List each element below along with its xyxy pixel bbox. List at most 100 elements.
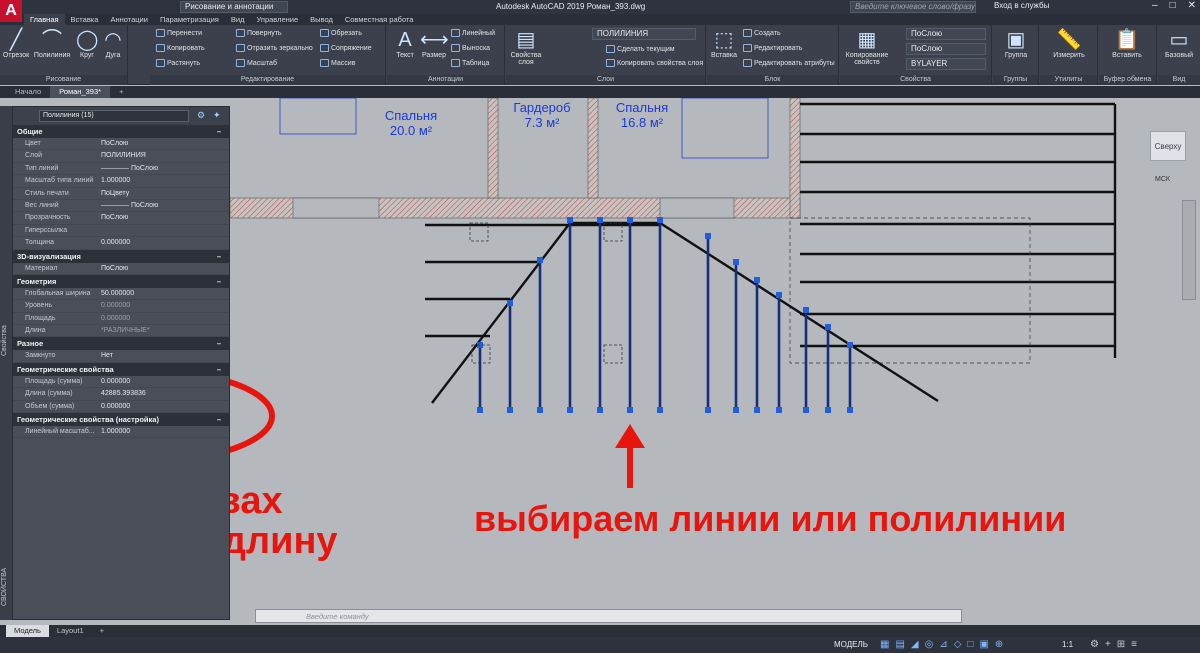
property-value[interactable]: 0.000000 — [99, 300, 229, 311]
dimension-button[interactable]: ⟷ Размер — [420, 28, 449, 59]
lineweight-dropdown[interactable]: BYLAYER — [906, 58, 986, 70]
property-value[interactable]: 0.000000 — [99, 376, 229, 387]
grip-square[interactable] — [477, 407, 483, 413]
property-row[interactable]: Масштаб типа линий 1.000000 — [13, 175, 229, 188]
group-button[interactable]: ▣ Группа — [997, 28, 1035, 59]
close-icon[interactable]: ✕ — [1188, 0, 1196, 11]
property-row[interactable]: Гиперссылка — [13, 225, 229, 238]
quick-select-icon[interactable]: ⚙ — [197, 110, 205, 121]
groups-panel-title[interactable]: Группы — [993, 75, 1038, 85]
grip-square[interactable] — [825, 407, 831, 413]
tab-insert[interactable]: Вставка — [65, 14, 105, 25]
model-space-label[interactable]: МОДЕЛЬ — [834, 640, 868, 649]
view-panel-title[interactable]: Вид — [1158, 75, 1200, 85]
utilities-panel-title[interactable]: Утилиты — [1040, 75, 1097, 85]
property-value[interactable]: 50.000000 — [99, 288, 229, 299]
property-value[interactable]: ———— ПоСлою — [99, 163, 229, 174]
trim-button[interactable]: Обрезать — [320, 29, 362, 37]
property-value[interactable]: *РАЗЛИЧНЫЕ* — [99, 325, 229, 336]
text-button[interactable]: A Текст — [393, 28, 417, 59]
make-current-button[interactable]: Сделать текущим — [606, 45, 675, 53]
section-header[interactable]: Разное — [13, 337, 229, 351]
property-value[interactable]: ПоСлою — [99, 138, 229, 149]
annotation-scale[interactable]: 1:1 — [1062, 640, 1073, 649]
grip-square[interactable] — [627, 217, 633, 223]
array-button[interactable]: Массив — [320, 59, 355, 67]
grip-square[interactable] — [507, 407, 513, 413]
tab-layout1[interactable]: Layout1 — [49, 625, 92, 637]
move-button[interactable]: Перенести — [156, 29, 202, 37]
property-value[interactable]: 0.000000 — [99, 237, 229, 248]
property-row[interactable]: Замкнуто Нет — [13, 350, 229, 363]
grip-square[interactable] — [657, 217, 663, 223]
match-properties-button[interactable]: ▦ Копирование свойств — [842, 28, 892, 66]
grip-square[interactable] — [537, 407, 543, 413]
edit-block-button[interactable]: Редактировать — [743, 44, 802, 52]
grip-square[interactable] — [705, 407, 711, 413]
property-row[interactable]: Слой ПОЛИЛИНИЯ — [13, 150, 229, 163]
arc-button[interactable]: ◠ Дуга — [102, 28, 124, 59]
insert-button[interactable]: ⬚ Вставка — [709, 28, 739, 59]
section-header[interactable]: Общие — [13, 125, 229, 138]
navigation-bar[interactable] — [1182, 200, 1196, 300]
circle-button[interactable]: ◯ Круг — [76, 28, 98, 59]
color-dropdown[interactable]: ПоСлою — [906, 28, 986, 40]
property-row[interactable]: Материал ПоСлою — [13, 263, 229, 275]
linetype-dropdown[interactable]: ПоСлою — [906, 43, 986, 55]
grip-square[interactable] — [776, 407, 782, 413]
property-value[interactable]: 42885.393836 — [99, 388, 229, 399]
grip-square[interactable] — [597, 407, 603, 413]
status-tools[interactable]: ⚙+⊞≡ — [1090, 639, 1143, 650]
maximize-icon[interactable]: □ — [1170, 0, 1176, 11]
selected-polylines[interactable] — [478, 220, 852, 410]
linear-button[interactable]: Линейный — [451, 29, 495, 37]
add-layout-icon[interactable]: + — [92, 625, 112, 637]
login-button[interactable]: Вход в службы — [990, 1, 1062, 13]
clipboard-panel-title[interactable]: Буфер обмена — [1099, 75, 1156, 85]
new-tab-icon[interactable]: + — [110, 86, 132, 98]
property-value[interactable]: 1.000000 — [99, 175, 229, 186]
measure-button[interactable]: 📏 Измерить — [1044, 28, 1094, 59]
section-header[interactable]: Геометрические свойства (настройка) — [13, 413, 229, 427]
leader-button[interactable]: Выноска — [451, 44, 490, 52]
property-row[interactable]: Уровень 0.000000 — [13, 300, 229, 313]
properties-panel-title[interactable]: Свойства — [840, 75, 991, 85]
tab-drawing[interactable]: Роман_393* — [50, 86, 111, 98]
section-header[interactable]: Геометрия — [13, 274, 229, 288]
grip-square[interactable] — [754, 407, 760, 413]
property-value[interactable]: ———— ПоСлою — [99, 200, 229, 211]
grip-square[interactable] — [705, 233, 711, 239]
property-value[interactable] — [99, 225, 229, 236]
grip-square[interactable] — [847, 342, 853, 348]
property-value[interactable]: 1.000000 — [99, 426, 229, 437]
tab-annotate[interactable]: Аннотации — [104, 14, 154, 25]
grip-square[interactable] — [627, 407, 633, 413]
grip-square[interactable] — [567, 217, 573, 223]
property-row[interactable]: Стиль печати ПоЦвету — [13, 188, 229, 200]
property-row[interactable]: Цвет ПоСлою — [13, 138, 229, 151]
selection-dropdown[interactable]: Полилиния (15) — [39, 110, 189, 122]
status-toggles[interactable]: ▦▤◢◎⊿◇□▣⊕ — [880, 639, 1009, 650]
stretch-button[interactable]: Растянуть — [156, 59, 200, 67]
property-row[interactable]: Прозрачность ПоСлою — [13, 212, 229, 225]
property-row[interactable]: Вес линий ———— ПоСлою — [13, 200, 229, 213]
grip-square[interactable] — [733, 259, 739, 265]
edit-attributes-button[interactable]: Редактировать атрибуты — [743, 59, 835, 67]
select-objects-icon[interactable]: ✦ — [213, 110, 221, 121]
property-row[interactable]: Площадь 0.000000 — [13, 313, 229, 326]
palette-strip[interactable]: Свойства СВОЙСТВА — [0, 106, 12, 620]
tab-view[interactable]: Вид — [225, 14, 251, 25]
property-value[interactable]: Нет — [99, 350, 229, 361]
table-button[interactable]: Таблица — [451, 59, 489, 67]
command-line[interactable]: Введите команду — [255, 609, 962, 623]
polyline-button[interactable]: ⌒ Полилиния — [32, 28, 72, 59]
property-row[interactable]: Длина (сумма) 42885.393836 — [13, 388, 229, 401]
property-row[interactable]: Объем (сумма) 0.000000 — [13, 401, 229, 414]
scale-button[interactable]: Масштаб — [236, 59, 277, 67]
tab-model[interactable]: Модель — [6, 625, 49, 637]
section-header[interactable]: 3D-визуализация — [13, 249, 229, 263]
property-value[interactable]: ПоСлою — [99, 212, 229, 223]
viewcube[interactable]: Сверху — [1150, 131, 1186, 161]
rotate-button[interactable]: Повернуть — [236, 29, 282, 37]
autocad-logo[interactable]: A — [0, 0, 22, 22]
